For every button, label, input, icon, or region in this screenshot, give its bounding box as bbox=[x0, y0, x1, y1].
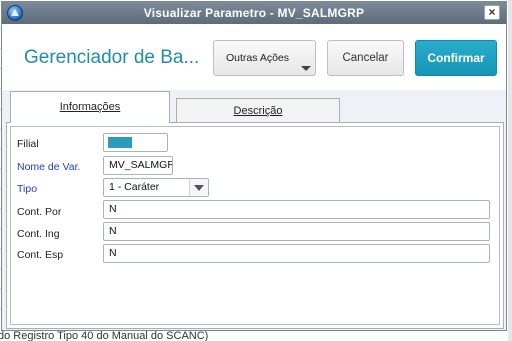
tipo-select-value: 1 - Caráter bbox=[109, 181, 160, 193]
cont-por-field[interactable]: N bbox=[103, 200, 490, 219]
background-footer-text: do Registro Tipo 40 do Manual do SCANC) bbox=[0, 330, 209, 341]
confirm-button[interactable]: Confirmar bbox=[415, 40, 497, 76]
header-bar: Gerenciador de Ba... Outras Ações Cancel… bbox=[2, 24, 506, 90]
dropdown-arrow-icon bbox=[301, 66, 311, 71]
form-box: Filial Nome de Var. MV_SALMGRP Tipo 1 - … bbox=[10, 126, 500, 325]
tab-informacoes-label: Informações bbox=[59, 101, 121, 113]
chevron-down-icon[interactable] bbox=[189, 179, 208, 196]
outras-acoes-label: Outras Ações bbox=[225, 52, 290, 64]
tipo-select[interactable]: 1 - Caráter bbox=[103, 178, 209, 197]
close-icon[interactable]: × bbox=[484, 5, 500, 20]
cont-esp-field[interactable]: N bbox=[103, 244, 490, 263]
cont-esp-label: Cont. Esp bbox=[17, 249, 64, 261]
window-title: Visualizar Parametro - MV_SALMGRP bbox=[143, 6, 365, 20]
outras-acoes-button[interactable]: Outras Ações bbox=[213, 40, 316, 76]
tab-informacoes[interactable]: Informações bbox=[10, 91, 170, 123]
page-title: Gerenciador de Ba... bbox=[24, 47, 200, 68]
filial-field[interactable] bbox=[103, 133, 168, 152]
cont-por-label: Cont. Por bbox=[17, 206, 62, 218]
tipo-label: Tipo bbox=[17, 183, 38, 195]
background-scrollbar[interactable] bbox=[508, 0, 512, 341]
form-panel: Filial Nome de Var. MV_SALMGRP Tipo 1 - … bbox=[6, 122, 504, 329]
filial-color-chip bbox=[108, 137, 132, 148]
cont-ing-field[interactable]: N bbox=[103, 222, 490, 241]
filial-label: Filial bbox=[17, 138, 39, 150]
parameter-dialog: Visualizar Parametro - MV_SALMGRP × Gere… bbox=[1, 1, 507, 331]
nome-var-label: Nome de Var. bbox=[17, 161, 81, 173]
nome-var-field[interactable]: MV_SALMGRP bbox=[103, 156, 173, 175]
cont-ing-label: Cont. Ing bbox=[17, 228, 60, 240]
cancel-button[interactable]: Cancelar bbox=[327, 40, 404, 76]
tab-descricao-label: Descrição bbox=[233, 105, 283, 117]
title-bar[interactable]: Visualizar Parametro - MV_SALMGRP × bbox=[2, 2, 506, 24]
tab-descricao[interactable]: Descrição bbox=[176, 98, 340, 123]
